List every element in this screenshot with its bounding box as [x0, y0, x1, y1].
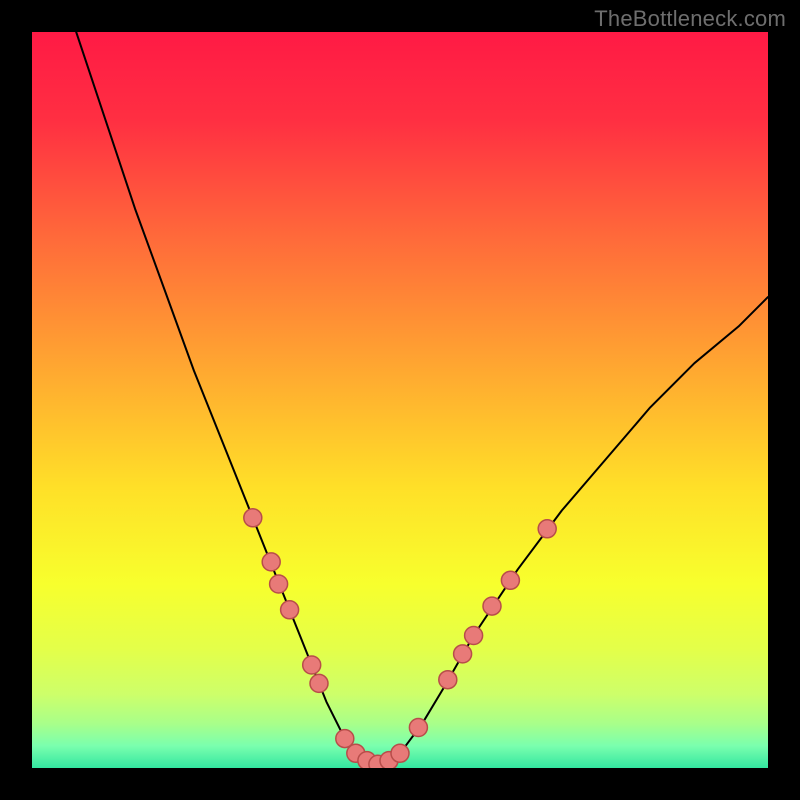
chart-frame	[32, 32, 768, 768]
watermark-text: TheBottleneck.com	[594, 6, 786, 32]
data-marker	[244, 509, 262, 527]
data-marker	[409, 719, 427, 737]
data-marker	[281, 601, 299, 619]
data-marker	[262, 553, 280, 571]
data-marker	[538, 520, 556, 538]
data-marker	[310, 674, 328, 692]
data-marker	[501, 571, 519, 589]
data-marker	[454, 645, 472, 663]
data-marker	[465, 627, 483, 645]
data-marker	[270, 575, 288, 593]
data-marker	[483, 597, 501, 615]
data-marker	[391, 744, 409, 762]
data-marker	[439, 671, 457, 689]
chart-svg	[32, 32, 768, 768]
data-marker	[303, 656, 321, 674]
